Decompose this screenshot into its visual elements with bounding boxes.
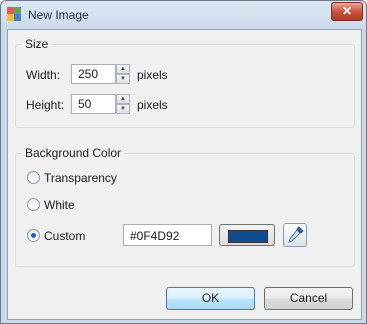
- color-swatch-button[interactable]: [219, 224, 275, 246]
- close-icon: ✕: [341, 4, 353, 18]
- app-icon: [7, 7, 21, 21]
- ok-button[interactable]: OK: [166, 287, 255, 310]
- transparency-radio[interactable]: [27, 171, 40, 184]
- height-input[interactable]: 50: [71, 94, 116, 114]
- background-color-group-title: Background Color: [22, 146, 125, 160]
- width-increment-button[interactable]: ▲: [116, 64, 130, 74]
- height-unit-label: pixels: [137, 98, 168, 112]
- transparency-label[interactable]: Transparency: [44, 171, 117, 185]
- height-label: Height:: [26, 98, 65, 112]
- width-label: Width:: [26, 68, 61, 82]
- eyedropper-icon: [288, 226, 304, 243]
- eyedropper-button[interactable]: [283, 223, 307, 247]
- width-decrement-button[interactable]: ▼: [116, 74, 130, 84]
- window-title: New Image: [28, 8, 89, 22]
- white-radio[interactable]: [27, 198, 40, 211]
- white-label[interactable]: White: [44, 198, 75, 212]
- custom-radio[interactable]: [27, 229, 40, 242]
- height-decrement-button[interactable]: ▼: [116, 104, 130, 114]
- dialog-footer: OK Cancel: [8, 282, 361, 319]
- new-image-dialog: New Image ✕ Size Width: 250 ▲ ▼ pixels H…: [0, 0, 367, 324]
- width-input[interactable]: 250: [71, 64, 116, 84]
- color-swatch: [228, 230, 268, 243]
- close-button[interactable]: ✕: [331, 2, 363, 21]
- title-bar: New Image ✕: [1, 1, 366, 29]
- height-increment-button[interactable]: ▲: [116, 94, 130, 104]
- dialog-body: Size Width: 250 ▲ ▼ pixels Height: 50 ▲ …: [7, 29, 362, 320]
- custom-hex-input[interactable]: #0F4D92: [123, 224, 212, 246]
- cancel-button[interactable]: Cancel: [264, 287, 353, 310]
- background-color-group: Background Color Transparency White Cust…: [15, 146, 355, 267]
- width-unit-label: pixels: [137, 68, 168, 82]
- size-group-title: Size: [22, 37, 52, 51]
- width-spinner[interactable]: ▲ ▼: [116, 64, 130, 84]
- height-spinner[interactable]: ▲ ▼: [116, 94, 130, 114]
- size-group: Size Width: 250 ▲ ▼ pixels Height: 50 ▲ …: [15, 37, 355, 128]
- custom-label[interactable]: Custom: [44, 229, 85, 243]
